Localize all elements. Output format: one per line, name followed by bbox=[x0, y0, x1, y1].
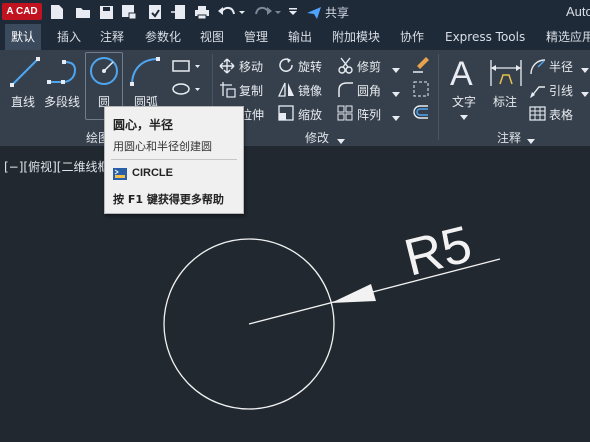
share-icon bbox=[307, 6, 321, 19]
scale-button[interactable]: 缩放 bbox=[298, 106, 322, 123]
copy-button[interactable]: 复制 bbox=[239, 82, 263, 99]
mirror-icon bbox=[277, 81, 295, 101]
trim-button[interactable]: 修剪 bbox=[357, 58, 381, 75]
leader-dropdown-icon[interactable] bbox=[581, 87, 589, 101]
new-file-icon[interactable] bbox=[48, 3, 66, 21]
web-save-icon[interactable] bbox=[146, 3, 164, 21]
dimension-icon bbox=[489, 56, 523, 91]
line-icon bbox=[9, 56, 41, 91]
modify-panel-title[interactable]: 修改 bbox=[305, 129, 329, 146]
array-dropdown-icon[interactable] bbox=[392, 111, 400, 125]
tab-annotate[interactable]: 注释 bbox=[94, 24, 130, 50]
panel-separator bbox=[438, 54, 439, 140]
rectangle-icon[interactable] bbox=[171, 59, 201, 76]
erase-icon[interactable] bbox=[412, 56, 430, 77]
rotate-icon bbox=[278, 57, 295, 77]
tab-addins[interactable]: 附加模块 bbox=[326, 24, 386, 50]
offset-icon[interactable] bbox=[412, 104, 430, 125]
polyline-icon bbox=[47, 58, 81, 89]
array-button[interactable]: 阵列 bbox=[357, 106, 381, 123]
tooltip-help: 按 F1 键获得更多帮助 bbox=[113, 193, 224, 206]
undo-icon[interactable] bbox=[216, 3, 246, 21]
table-button[interactable]: 表格 bbox=[549, 106, 573, 123]
fillet-icon bbox=[337, 81, 354, 101]
command-line-icon bbox=[113, 168, 127, 180]
print-icon[interactable] bbox=[193, 3, 211, 21]
dimension-arrowhead bbox=[331, 284, 376, 303]
share-button[interactable]: 共享 bbox=[306, 4, 349, 21]
tab-manage[interactable]: 管理 bbox=[238, 24, 274, 50]
tab-featured-apps[interactable]: 精选应用 bbox=[540, 24, 590, 50]
rotate-button[interactable]: 旋转 bbox=[298, 58, 322, 75]
annotation-panel-title[interactable]: 注释 bbox=[497, 129, 521, 146]
circle-tooltip: 圆心，半径 用圆心和半径创建圆 CIRCLE 按 F1 键获得更多帮助 bbox=[104, 106, 244, 214]
fillet-button[interactable]: 圆角 bbox=[357, 82, 381, 99]
dimension-text[interactable]: R5 bbox=[399, 215, 478, 287]
save-icon[interactable] bbox=[97, 3, 115, 21]
tab-insert[interactable]: 插入 bbox=[51, 24, 87, 50]
dimension-button[interactable]: 标注 bbox=[493, 93, 517, 110]
trim-icon bbox=[337, 57, 354, 77]
title-bar: A CAD 共享 Auto bbox=[0, 0, 590, 24]
tab-express-tools[interactable]: Express Tools bbox=[439, 24, 531, 50]
radius-button[interactable]: 半径 bbox=[549, 58, 573, 75]
drawing-canvas[interactable]: R5 bbox=[0, 146, 590, 442]
scale-icon bbox=[278, 105, 295, 125]
open-folder-icon[interactable] bbox=[74, 3, 92, 21]
ellipse-icon[interactable] bbox=[171, 82, 201, 99]
tab-collaborate[interactable]: 协作 bbox=[394, 24, 430, 50]
line-button[interactable]: 直线 bbox=[11, 93, 35, 110]
explode-icon[interactable] bbox=[412, 80, 430, 101]
polyline-button[interactable]: 多段线 bbox=[44, 93, 80, 110]
ribbon-tabs: 默认 插入 注释 参数化 视图 管理 输出 附加模块 协作 Express To… bbox=[0, 24, 590, 50]
tooltip-command: CIRCLE bbox=[132, 167, 173, 179]
array-icon bbox=[337, 105, 354, 125]
text-dropdown-icon[interactable] bbox=[460, 110, 468, 124]
tooltip-title: 圆心，半径 bbox=[113, 118, 174, 132]
app-logo[interactable]: A CAD bbox=[2, 3, 42, 20]
radius-dropdown-icon[interactable] bbox=[581, 63, 589, 77]
text-icon: A bbox=[448, 55, 480, 93]
move-button[interactable]: 移动 bbox=[239, 58, 263, 75]
table-icon bbox=[529, 106, 546, 124]
leader-icon bbox=[529, 82, 546, 102]
copy-icon bbox=[219, 81, 236, 101]
share-label: 共享 bbox=[325, 6, 350, 20]
tab-view[interactable]: 视图 bbox=[194, 24, 230, 50]
tooltip-description: 用圆心和半径创建圆 bbox=[113, 140, 212, 153]
app-title: Auto bbox=[566, 4, 590, 19]
text-button[interactable]: 文字 bbox=[452, 93, 476, 110]
mirror-button[interactable]: 镜像 bbox=[298, 82, 322, 99]
redo-icon[interactable] bbox=[252, 3, 282, 21]
tab-output[interactable]: 输出 bbox=[282, 24, 318, 50]
leader-button[interactable]: 引线 bbox=[549, 82, 573, 99]
customize-toolbar-icon[interactable] bbox=[287, 3, 299, 21]
import-icon[interactable] bbox=[169, 3, 187, 21]
tooltip-divider bbox=[111, 159, 237, 160]
radius-icon bbox=[529, 58, 546, 78]
svg-text:A: A bbox=[450, 55, 473, 89]
save-as-icon[interactable] bbox=[120, 3, 138, 21]
tab-default[interactable]: 默认 bbox=[5, 24, 42, 50]
fillet-dropdown-icon[interactable] bbox=[392, 87, 400, 101]
tab-parametric[interactable]: 参数化 bbox=[139, 24, 187, 50]
move-icon bbox=[219, 58, 235, 77]
arc-icon bbox=[128, 55, 162, 90]
trim-dropdown-icon[interactable] bbox=[392, 63, 400, 77]
